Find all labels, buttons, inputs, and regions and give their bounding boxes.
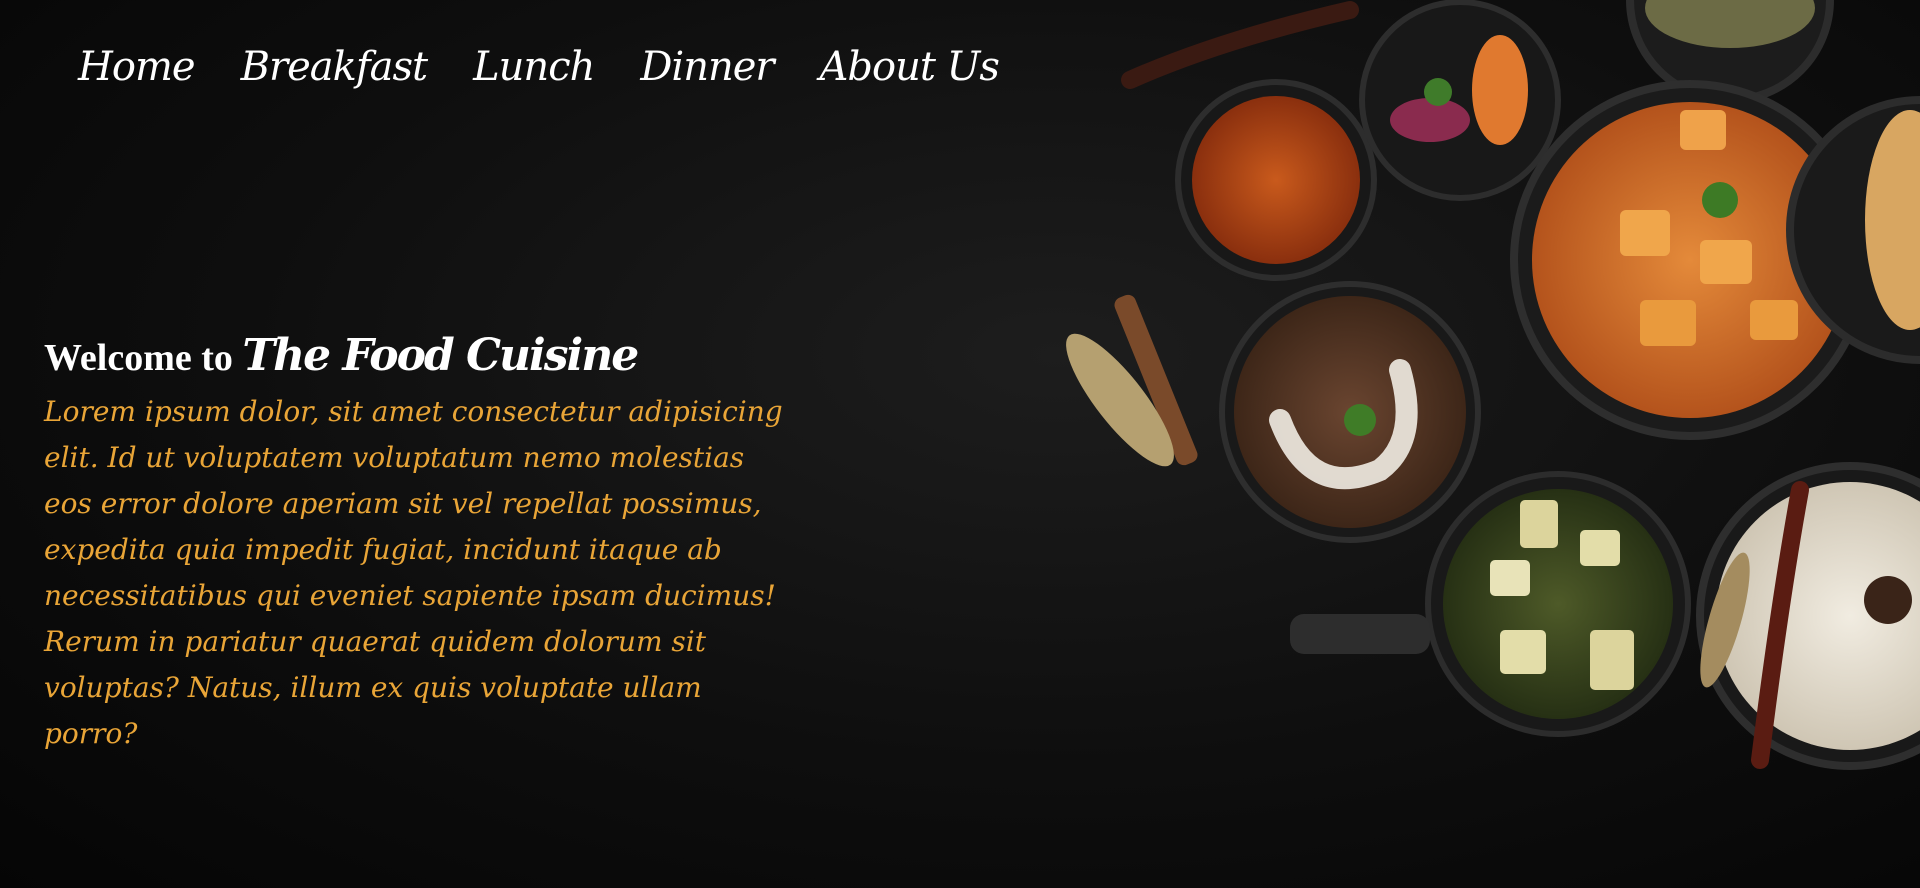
nav-home-link[interactable]: Home — [78, 44, 196, 90]
main-nav: Home Breakfast Lunch Dinner About Us — [78, 44, 1000, 90]
hero-heading: Welcome to The Food Cuisine — [44, 330, 804, 381]
hero-description: Lorem ipsum dolor, sit amet consectetur … — [44, 395, 783, 750]
food-bowls-image — [1066, 0, 1920, 770]
nav-breakfast-link[interactable]: Breakfast — [241, 44, 429, 90]
nav-about-link[interactable]: About Us — [820, 44, 1000, 90]
nav-lunch-link[interactable]: Lunch — [473, 44, 595, 90]
brand-name: The Food Cuisine — [242, 330, 639, 381]
nav-dinner-link[interactable]: Dinner — [640, 44, 774, 90]
welcome-text: Welcome to — [44, 337, 233, 379]
hero-section: Welcome to The Food Cuisine Lorem ipsum … — [44, 330, 804, 757]
